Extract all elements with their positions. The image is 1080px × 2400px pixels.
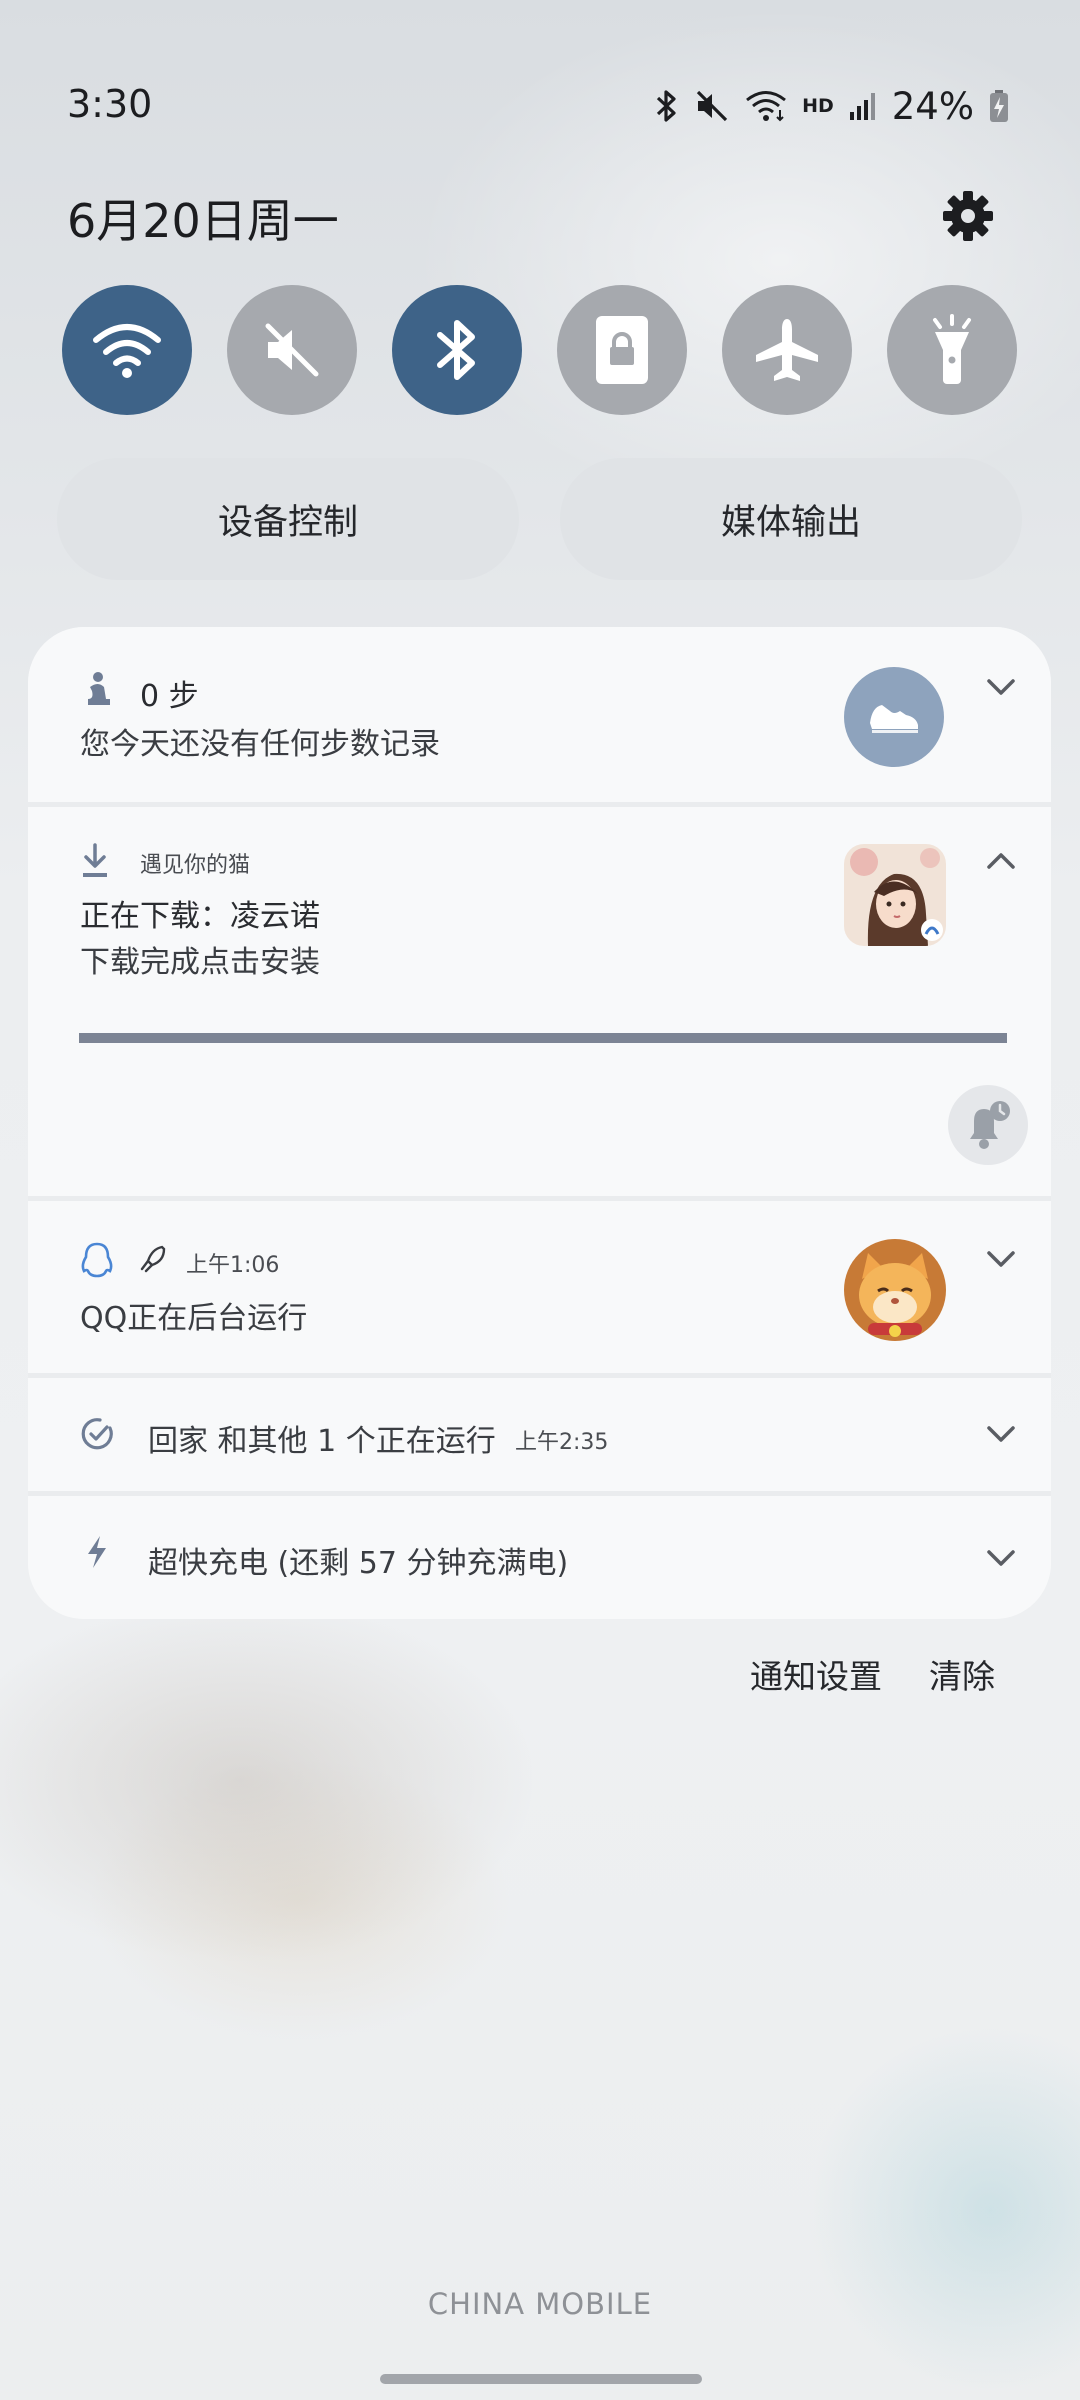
mute-icon (265, 323, 319, 377)
download-body: 下载完成点击安装 (80, 945, 320, 980)
running-check-icon (81, 1418, 113, 1450)
signal-icon (849, 93, 875, 120)
steps-title: 0 步 (140, 679, 199, 714)
download-app-name: 遇见你的猫 (140, 853, 251, 878)
battery-charging-icon (990, 90, 1008, 122)
walking-icon (88, 672, 110, 705)
wifi-icon (746, 91, 786, 122)
qq-cat-avatar (844, 1239, 946, 1341)
wifi-icon (93, 324, 161, 378)
flashlight-toggle[interactable] (887, 285, 1017, 415)
lock-icon (596, 316, 648, 384)
expand-chevron-icon[interactable] (981, 667, 1021, 707)
date-label: 6月20日周一 (67, 194, 339, 248)
charging-text: 超快充电 (还剩 57 分钟充满电) (148, 1546, 569, 1581)
bell-snooze-icon (970, 1101, 1010, 1149)
qq-penguin-icon (81, 1242, 113, 1278)
wifi-toggle[interactable] (62, 285, 192, 415)
bluetooth-icon (437, 320, 475, 380)
steps-body: 您今天还没有任何步数记录 (80, 727, 440, 762)
clear-button[interactable]: 清除 (929, 1650, 995, 1698)
mute-icon (696, 90, 728, 122)
flashlight-icon (933, 314, 971, 384)
collapse-chevron-icon[interactable] (981, 841, 1021, 881)
settings-button[interactable] (940, 188, 996, 244)
battery-percent: 24% (891, 84, 974, 128)
download-notification[interactable]: 遇见你的猫 正在下载：凌云诺 下载完成点击安装 (28, 807, 1051, 1196)
hd-badge: HD (802, 95, 834, 117)
rotation-lock-toggle[interactable] (557, 285, 687, 415)
download-title: 正在下载：凌云诺 (80, 899, 320, 934)
sound-toggle[interactable] (227, 285, 357, 415)
sneaker-icon (870, 705, 918, 733)
expand-chevron-icon[interactable] (981, 1239, 1021, 1279)
download-progress-fill (79, 1033, 1007, 1043)
device-control-button[interactable]: 设备控制 (57, 458, 519, 580)
steps-app-icon (844, 667, 944, 767)
game-thumbnail (844, 844, 946, 946)
snooze-button[interactable] (948, 1085, 1028, 1165)
status-time: 3:30 (67, 82, 153, 126)
running-apps-time: 上午2:35 (515, 1430, 609, 1455)
airplane-icon (756, 319, 818, 381)
qq-time: 上午1:06 (186, 1253, 280, 1278)
charging-notification[interactable]: 超快充电 (还剩 57 分钟充满电) (28, 1496, 1051, 1619)
status-icons: HD 24% (654, 82, 1010, 130)
running-apps-notification[interactable]: 回家 和其他 1 个正在运行 上午2:35 (28, 1378, 1051, 1491)
expand-chevron-icon[interactable] (981, 1414, 1021, 1454)
rocket-icon (140, 1245, 166, 1273)
bluetooth-icon (656, 90, 676, 122)
qq-body: QQ正在后台运行 (80, 1301, 308, 1336)
lightning-icon (88, 1536, 106, 1568)
running-apps-text: 回家 和其他 1 个正在运行 (148, 1424, 496, 1459)
notification-panel: 0 步 您今天还没有任何步数记录 遇见你的猫 正在下载：凌云诺 下载完成点击安装 (28, 627, 1051, 1619)
expand-chevron-icon[interactable] (981, 1538, 1021, 1578)
steps-notification[interactable]: 0 步 您今天还没有任何步数记录 (28, 627, 1051, 802)
download-progress-bar (79, 1033, 1007, 1043)
qq-notification[interactable]: 上午1:06 QQ正在后台运行 (28, 1201, 1051, 1373)
home-indicator[interactable] (380, 2374, 702, 2384)
gear-icon (943, 191, 993, 241)
airplane-toggle[interactable] (722, 285, 852, 415)
carrier-label: CHINA MOBILE (427, 2287, 653, 2321)
notification-settings-button[interactable]: 通知设置 (750, 1650, 882, 1698)
media-output-button[interactable]: 媒体输出 (560, 458, 1022, 580)
bluetooth-toggle[interactable] (392, 285, 522, 415)
download-icon (83, 843, 107, 877)
